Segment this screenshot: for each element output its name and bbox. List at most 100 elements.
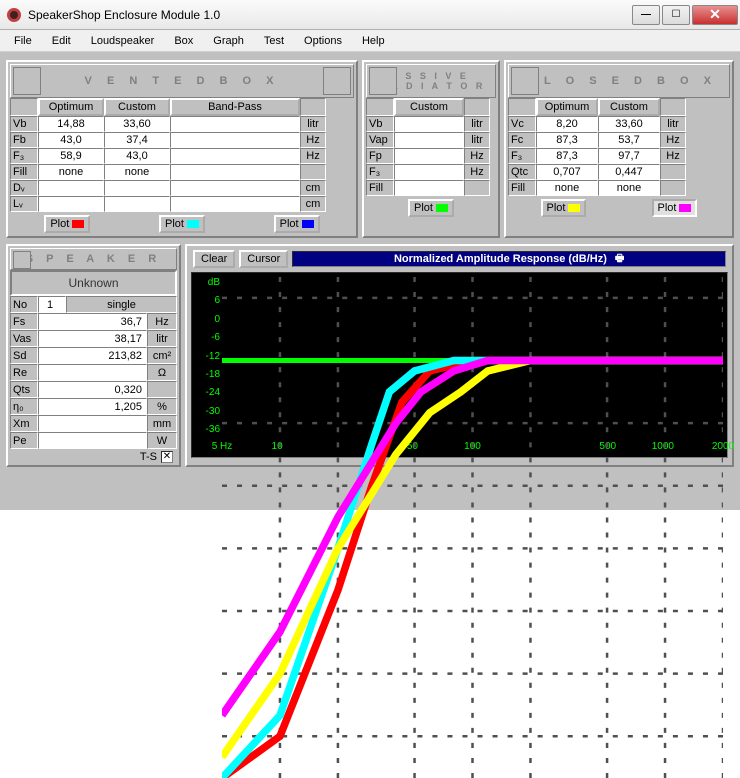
speaker-row: Vas 38,17 litr: [10, 330, 177, 347]
passive-row: Vb litr: [366, 116, 496, 132]
passive-cust-2[interactable]: [394, 148, 464, 164]
passive-row: F₃ Hz: [366, 164, 496, 180]
speaker-val-5[interactable]: 1,205: [38, 398, 147, 415]
vented-opt-4[interactable]: [38, 180, 104, 196]
y-axis-labels: dB60-6-12-18-24-30-36: [194, 273, 220, 439]
speaker-val-1[interactable]: 38,17: [38, 330, 147, 347]
speaker-val-0[interactable]: 36,7: [38, 313, 147, 330]
speaker-no-value[interactable]: 1: [38, 296, 66, 313]
closed-custom-button[interactable]: Custom: [598, 98, 660, 116]
vented-bp-5[interactable]: [170, 196, 300, 212]
speaker-no-label: No: [10, 296, 38, 313]
vented-icon-right: [323, 67, 351, 95]
passive-custom-button[interactable]: Custom: [394, 98, 464, 116]
closed-opt-1[interactable]: 87,3: [536, 132, 598, 148]
speaker-config[interactable]: single: [66, 296, 177, 313]
vented-opt-5[interactable]: [38, 196, 104, 212]
vented-opt-3[interactable]: none: [38, 164, 104, 180]
vented-bp-0[interactable]: [170, 116, 300, 132]
vented-row: Lᵥ cm: [10, 196, 354, 212]
closed-plot-button-0[interactable]: Plot: [541, 199, 587, 217]
menu-file[interactable]: File: [6, 33, 40, 49]
clear-button[interactable]: Clear: [193, 250, 235, 268]
closed-row: Fill none none: [508, 180, 730, 196]
passive-cust-1[interactable]: [394, 132, 464, 148]
vented-bp-1[interactable]: [170, 132, 300, 148]
maximize-button[interactable]: ☐: [662, 5, 690, 25]
closed-plot-button-1[interactable]: Plot: [652, 199, 698, 217]
speaker-val-7[interactable]: [38, 432, 147, 449]
menu-graph[interactable]: Graph: [205, 33, 252, 49]
print-icon[interactable]: 🖶: [615, 251, 624, 267]
passive-icon: [369, 67, 397, 95]
speaker-row: η₀ 1,205 %: [10, 398, 177, 415]
vented-cust-5[interactable]: [104, 196, 170, 212]
speaker-val-4[interactable]: 0,320: [38, 381, 147, 398]
vented-row: Vb 14,88 33,60 litr: [10, 116, 354, 132]
vented-cust-0[interactable]: 33,60: [104, 116, 170, 132]
vented-bandpass-button[interactable]: Band-Pass: [170, 98, 300, 116]
vented-box-header: V E N T E D B O X: [10, 64, 354, 98]
closed-opt-0[interactable]: 8,20: [536, 116, 598, 132]
vented-bp-2[interactable]: [170, 148, 300, 164]
closed-cust-3[interactable]: 0,447: [598, 164, 660, 180]
speaker-icon: [13, 251, 31, 269]
close-button[interactable]: ✕: [692, 5, 738, 25]
ts-checkbox[interactable]: ✕: [161, 451, 173, 463]
closed-opt-2[interactable]: 87,3: [536, 148, 598, 164]
row-unit: Hz: [300, 148, 326, 164]
closed-cust-0[interactable]: 33,60: [598, 116, 660, 132]
vented-plot-button-0[interactable]: Plot: [44, 215, 90, 233]
closed-opt-4[interactable]: none: [536, 180, 598, 196]
closed-cust-4[interactable]: none: [598, 180, 660, 196]
minimize-button[interactable]: —: [632, 5, 660, 25]
menu-box[interactable]: Box: [166, 33, 201, 49]
closed-cust-1[interactable]: 53,7: [598, 132, 660, 148]
passive-plot-button[interactable]: Plot: [408, 199, 454, 217]
vented-opt-1[interactable]: 43,0: [38, 132, 104, 148]
row-unit: cm: [300, 196, 326, 212]
color-swatch: [568, 204, 580, 212]
vented-bp-4[interactable]: [170, 180, 300, 196]
vented-bp-3[interactable]: [170, 164, 300, 180]
vented-plot-button-1[interactable]: Plot: [159, 215, 205, 233]
menu-options[interactable]: Options: [296, 33, 350, 49]
graph-area[interactable]: dB60-6-12-18-24-30-36 5 Hz10501005001000…: [191, 272, 728, 458]
menubar: FileEditLoudspeakerBoxGraphTestOptionsHe…: [0, 30, 740, 52]
vented-opt-0[interactable]: 14,88: [38, 116, 104, 132]
menu-help[interactable]: Help: [354, 33, 393, 49]
closed-icon: [511, 67, 539, 95]
closed-row: Fc 87,3 53,7 Hz: [508, 132, 730, 148]
vented-custom-button[interactable]: Custom: [104, 98, 170, 116]
passive-color-swatch: [436, 204, 448, 212]
vented-optimum-button[interactable]: Optimum: [38, 98, 104, 116]
menu-test[interactable]: Test: [256, 33, 292, 49]
speaker-val-3[interactable]: [38, 364, 147, 381]
vented-opt-2[interactable]: 58,9: [38, 148, 104, 164]
menu-edit[interactable]: Edit: [44, 33, 79, 49]
vented-cust-4[interactable]: [104, 180, 170, 196]
closed-cust-2[interactable]: 97,7: [598, 148, 660, 164]
vented-cust-2[interactable]: 43,0: [104, 148, 170, 164]
titlebar: SpeakerShop Enclosure Module 1.0 — ☐ ✕: [0, 0, 740, 30]
vented-cust-1[interactable]: 37,4: [104, 132, 170, 148]
closed-row: Qtc 0,707 0,447: [508, 164, 730, 180]
closed-opt-3[interactable]: 0,707: [536, 164, 598, 180]
row-label: Vb: [10, 116, 38, 132]
passive-cust-3[interactable]: [394, 164, 464, 180]
closed-optimum-button[interactable]: Optimum: [536, 98, 598, 116]
speaker-row: Sd 213,82 cm²: [10, 347, 177, 364]
passive-cust-0[interactable]: [394, 116, 464, 132]
cursor-button[interactable]: Cursor: [239, 250, 288, 268]
color-swatch: [679, 204, 691, 212]
passive-cust-4[interactable]: [394, 180, 464, 196]
speaker-panel: S P E A K E R Unknown No 1 single Fs 36,…: [6, 244, 181, 467]
speaker-val-2[interactable]: 213,82: [38, 347, 147, 364]
speaker-title: S P E A K E R: [26, 253, 162, 265]
vented-plot-button-2[interactable]: Plot: [274, 215, 320, 233]
speaker-val-6[interactable]: [38, 415, 147, 432]
window-title: SpeakerShop Enclosure Module 1.0: [28, 8, 632, 22]
closed-header: C L O S E D B O X: [508, 64, 730, 98]
menu-loudspeaker[interactable]: Loudspeaker: [83, 33, 163, 49]
vented-cust-3[interactable]: none: [104, 164, 170, 180]
